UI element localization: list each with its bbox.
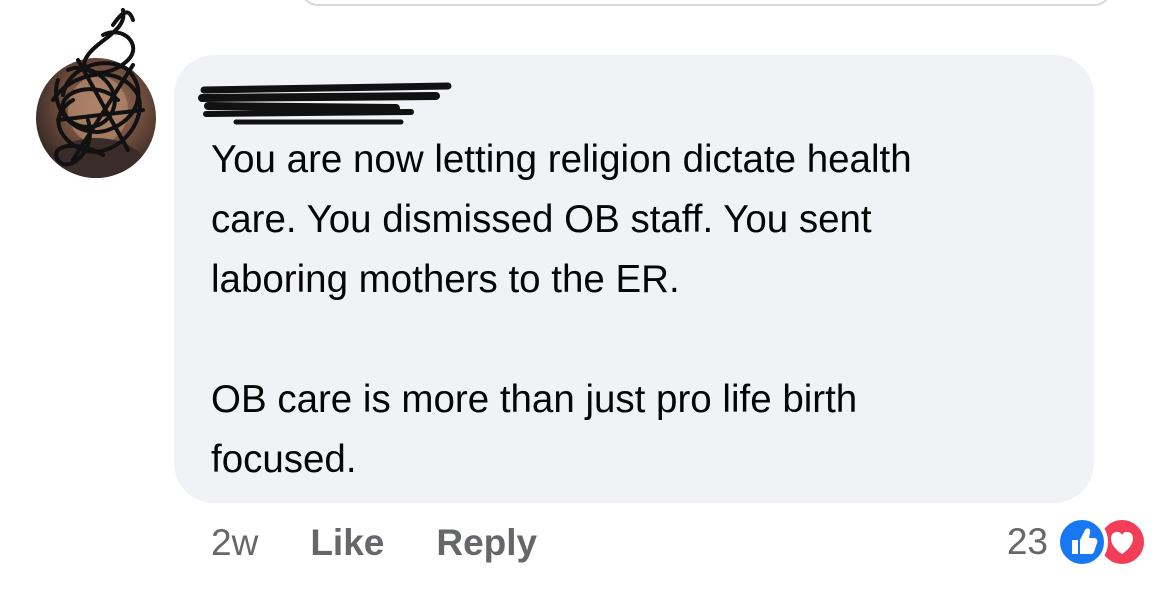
comment-screen: You are now letting religion dictate hea… (0, 0, 1170, 600)
previous-comment-bubble-edge (300, 0, 1112, 6)
reaction-icons (1056, 516, 1148, 568)
like-icon (1056, 516, 1108, 568)
comment-actions: 2w Like Reply (211, 518, 537, 568)
timestamp[interactable]: 2w (211, 522, 258, 564)
reactions-summary[interactable]: 23 (1007, 514, 1148, 570)
comment-text: You are now letting religion dictate hea… (211, 138, 912, 481)
reaction-count[interactable]: 23 (1007, 521, 1048, 563)
redacted-username (198, 82, 452, 125)
like-button[interactable]: Like (310, 522, 384, 564)
scribble-redaction (51, 8, 145, 167)
reply-button[interactable]: Reply (436, 522, 537, 564)
